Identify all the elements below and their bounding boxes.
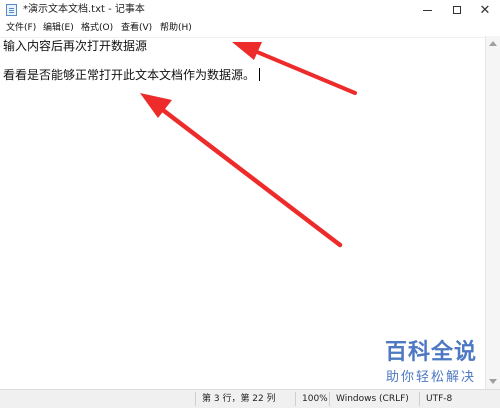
close-icon: ✕ (479, 2, 491, 18)
scroll-up-icon[interactable] (489, 41, 497, 46)
window-title: *演示文本文档.txt - 记事本 (23, 4, 145, 15)
menu-bar: 文件(F) 编辑(E) 格式(O) 查看(V) 帮助(H) (0, 20, 500, 36)
watermark: 百科全说 助你轻松解决 (372, 340, 490, 400)
menu-edit[interactable]: 编辑(E) (43, 20, 74, 36)
editor-line-3-text: 看看是否能够正常打开此文本文档作为数据源。 (3, 68, 256, 82)
minimize-button[interactable] (412, 0, 442, 20)
watermark-brand: 百科全说 (384, 340, 477, 365)
title-bar: *演示文本文档.txt - 记事本 ✕ (0, 0, 500, 20)
notepad-icon (6, 4, 17, 16)
status-divider (195, 392, 196, 406)
text-editor[interactable]: 输入内容后再次打开数据源 看看是否能够正常打开此文本文档作为数据源。 (0, 37, 485, 390)
status-divider (329, 392, 330, 406)
editor-line-1: 输入内容后再次打开数据源 (3, 38, 147, 54)
close-button[interactable]: ✕ (470, 0, 500, 20)
menu-view[interactable]: 查看(V) (121, 20, 152, 36)
watermark-slogan: 助你轻松解决 (385, 370, 476, 385)
menu-format[interactable]: 格式(O) (81, 20, 113, 36)
status-zoom: 100% (302, 394, 328, 404)
status-divider (295, 392, 296, 406)
vertical-scrollbar[interactable] (485, 36, 500, 389)
maximize-icon (453, 6, 461, 14)
text-caret (259, 68, 261, 81)
status-cursor-position: 第 3 行，第 22 列 (202, 394, 276, 404)
menu-help[interactable]: 帮助(H) (160, 20, 192, 36)
minimize-icon (422, 9, 432, 11)
maximize-button[interactable] (442, 0, 472, 20)
editor-line-3: 看看是否能够正常打开此文本文档作为数据源。 (3, 67, 261, 83)
editor-line-1-text: 输入内容后再次打开数据源 (3, 39, 148, 53)
menu-file[interactable]: 文件(F) (6, 20, 36, 36)
scroll-down-icon[interactable] (489, 379, 497, 384)
